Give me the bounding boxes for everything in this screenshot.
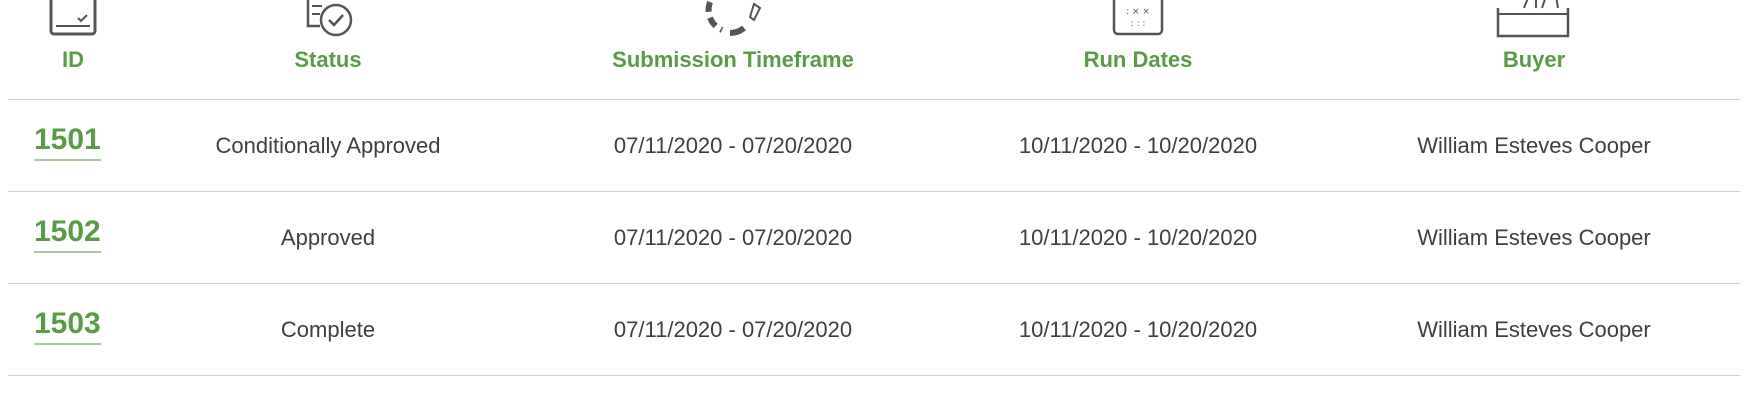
svg-text:: × ×: : × × [1126,7,1150,17]
submission-timeframe-cell: 07/11/2020 - 07/20/2020 [613,317,853,342]
calendar-icon: : × × : : : [1098,0,1178,43]
submissions-table: ID Status Submission Timeframe: × ×::… [0,0,1748,400]
table-header: ID Status Submission Timeframe: × ×::… [8,0,1740,100]
row-id-link[interactable]: 1501 [34,122,101,161]
buyer-cell: William Esteves Cooper [1417,133,1651,158]
column-header-submission-timeframe[interactable]: Submission Timeframe [518,0,948,100]
id-cell: 1501 [8,100,138,192]
column-header-label: Buyer [1502,47,1566,72]
form-icon [38,0,108,43]
table-row[interactable]: 1501 Conditionally Approved 07/11/2020 -… [8,100,1740,192]
column-header-buyer[interactable]: Buyer [1328,0,1740,100]
column-header-id[interactable]: ID [8,0,138,100]
submission-timeframe-cell: 07/11/2020 - 07/20/2020 [613,133,853,158]
id-cell: 1502 [8,192,138,284]
status-check-icon [288,0,368,49]
run-dates-cell: 10/11/2020 - 10/20/2020 [1018,225,1258,250]
run-dates-cell: 10/11/2020 - 10/20/2020 [1018,317,1258,342]
table-row[interactable]: 1503 Complete 07/11/2020 - 07/20/2020 10… [8,284,1740,376]
column-header-run-dates[interactable]: : × × : : : Run Dates [948,0,1328,100]
table-row[interactable]: 1502 Approved 07/11/2020 - 07/20/2020 10… [8,192,1740,284]
column-header-label: ID [62,47,84,72]
buyer-icon [1484,0,1584,45]
row-id-link[interactable]: 1503 [34,306,101,345]
run-dates-cell: 10/11/2020 - 10/20/2020 [1018,133,1258,158]
row-id-link[interactable]: 1502 [34,214,101,253]
status-cell: Approved [280,225,376,250]
timer-icon [688,0,778,45]
row-divider [8,375,1740,376]
status-cell: Complete [280,317,376,342]
column-header-label: Run Dates [1083,47,1193,72]
submission-timeframe-cell: 07/11/2020 - 07/20/2020 [613,225,853,250]
buyer-cell: William Esteves Cooper [1417,317,1651,342]
buyer-cell: William Esteves Cooper [1417,225,1651,250]
column-header-label: Submission Timeframe [612,47,854,72]
svg-text:: : :: : : : [1131,19,1146,29]
column-header-status[interactable]: Status [138,0,518,100]
status-cell: Conditionally Approved [215,133,441,158]
id-cell: 1503 [8,284,138,376]
column-header-label: Status [294,47,362,72]
